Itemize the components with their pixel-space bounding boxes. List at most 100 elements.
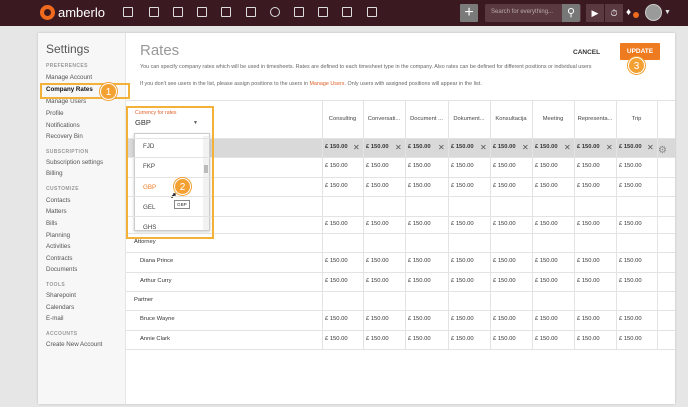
rate-value[interactable]: £ 150.00 — [408, 221, 431, 227]
rate-value[interactable]: £ 150.00 — [493, 278, 516, 284]
rate-value[interactable]: £ 150.00 — [325, 163, 348, 169]
rate-value[interactable]: £ 150.00 — [366, 316, 389, 322]
rate-value[interactable]: £ 150.00 — [619, 316, 642, 322]
clear-rate-icon[interactable]: ✕ — [438, 143, 445, 152]
rate-value[interactable]: £ 150.00 — [451, 258, 474, 264]
dashboard-icon[interactable] — [122, 6, 134, 18]
rate-value[interactable]: £ 150.00 — [325, 336, 348, 342]
column-header[interactable]: Consulting — [322, 116, 363, 122]
rate-value[interactable]: £ 150.00 — [408, 278, 431, 284]
rate-value[interactable]: £ 150.00 — [493, 258, 516, 264]
sidebar-item-billing[interactable]: Billing — [46, 170, 63, 177]
sidebar-item-manage-account[interactable]: Manage Account — [46, 74, 92, 81]
sidebar-item-notifications[interactable]: Notifications — [46, 122, 80, 129]
play-icon[interactable]: ▶ — [586, 4, 604, 22]
rate-value[interactable]: £ 150.00 — [325, 183, 348, 189]
sidebar-item-create-new-account[interactable]: Create New Account — [46, 341, 102, 348]
manage-users-link[interactable]: Manage Users — [309, 81, 344, 87]
rate-value[interactable]: £ 150.00 — [325, 316, 348, 322]
rate-value[interactable]: £ 150.00 — [493, 183, 516, 189]
sidebar-item-calendars[interactable]: Calendars — [46, 304, 74, 311]
rate-value[interactable]: £ 150.00 — [366, 258, 389, 264]
rate-value[interactable]: £ 150.00 — [577, 183, 600, 189]
sidebar-item-sharepoint[interactable]: Sharepoint — [46, 292, 76, 299]
rate-value[interactable]: £ 150.00 — [408, 336, 431, 342]
rate-value[interactable]: £ 150.00 — [619, 221, 642, 227]
rate-value[interactable]: £ 150.00 — [493, 221, 516, 227]
add-new-button[interactable]: + — [460, 4, 478, 22]
rate-value[interactable]: £ 150.00 — [577, 144, 600, 150]
rate-value[interactable]: £ 150.00 — [493, 316, 516, 322]
rate-value[interactable]: £ 150.00 — [451, 221, 474, 227]
clear-rate-icon[interactable]: ✕ — [606, 143, 613, 152]
rate-value[interactable]: £ 150.00 — [408, 144, 431, 150]
rate-value[interactable]: £ 150.00 — [535, 183, 558, 189]
rate-value[interactable]: £ 150.00 — [451, 144, 474, 150]
column-header[interactable]: Representa... — [574, 116, 616, 122]
rate-value[interactable]: £ 150.00 — [535, 258, 558, 264]
sidebar-item-contracts[interactable]: Contracts — [46, 255, 72, 262]
column-header[interactable]: Meeting — [532, 116, 574, 122]
sidebar-item-documents[interactable]: Documents — [46, 266, 77, 273]
rate-value[interactable]: £ 150.00 — [451, 163, 474, 169]
rate-value[interactable]: £ 150.00 — [493, 144, 516, 150]
search-icon[interactable]: ⚲ — [562, 4, 580, 22]
rate-value[interactable]: £ 150.00 — [408, 316, 431, 322]
rate-value[interactable]: £ 150.00 — [535, 221, 558, 227]
rate-value[interactable]: £ 150.00 — [408, 163, 431, 169]
gear-icon[interactable]: ⚙ — [658, 145, 667, 156]
time-icon[interactable] — [269, 6, 281, 18]
contacts-icon[interactable] — [148, 6, 160, 18]
sidebar-item-matters[interactable]: Matters — [46, 208, 67, 215]
rate-value[interactable]: £ 150.00 — [366, 278, 389, 284]
rate-value[interactable]: £ 150.00 — [577, 316, 600, 322]
rate-value[interactable]: £ 150.00 — [366, 221, 389, 227]
rate-value[interactable]: £ 150.00 — [619, 278, 642, 284]
app-logo[interactable]: amberlo — [40, 5, 105, 20]
rate-value[interactable]: £ 150.00 — [577, 258, 600, 264]
column-header[interactable]: Trip — [616, 116, 657, 122]
rate-value[interactable]: £ 150.00 — [366, 336, 389, 342]
rate-value[interactable]: £ 150.00 — [619, 183, 642, 189]
rate-value[interactable]: £ 150.00 — [577, 278, 600, 284]
rate-value[interactable]: £ 150.00 — [577, 163, 600, 169]
column-header[interactable]: Dokument... — [448, 116, 490, 122]
cancel-button[interactable]: CANCEL — [573, 49, 600, 56]
rate-value[interactable]: £ 150.00 — [366, 144, 389, 150]
rate-value[interactable]: £ 150.00 — [408, 258, 431, 264]
sidebar-item-planning[interactable]: Planning — [46, 232, 70, 239]
rate-value[interactable]: £ 150.00 — [619, 144, 642, 150]
rate-value[interactable]: £ 150.00 — [451, 336, 474, 342]
rate-value[interactable]: £ 150.00 — [535, 278, 558, 284]
folder-icon[interactable] — [293, 6, 305, 18]
documents-icon[interactable] — [196, 6, 208, 18]
column-header[interactable]: Konsultacija — [490, 116, 532, 122]
rate-value[interactable]: £ 150.00 — [493, 336, 516, 342]
rate-value[interactable]: £ 150.00 — [535, 336, 558, 342]
matters-icon[interactable] — [172, 6, 184, 18]
sidebar-item-recovery-bin[interactable]: Recovery Bin — [46, 133, 83, 140]
column-header[interactable]: Document ... — [405, 116, 448, 122]
clear-rate-icon[interactable]: ✕ — [647, 143, 654, 152]
rate-value[interactable]: £ 150.00 — [619, 336, 642, 342]
clear-rate-icon[interactable]: ✕ — [395, 143, 402, 152]
invoice-icon[interactable] — [317, 6, 329, 18]
clear-rate-icon[interactable]: ✕ — [564, 143, 571, 152]
chevron-down-icon[interactable]: ▼ — [664, 9, 671, 16]
clear-rate-icon[interactable]: ✕ — [353, 143, 360, 152]
stopwatch-icon[interactable]: ⏱ — [605, 4, 623, 22]
sidebar-item-profile[interactable]: Profile — [46, 110, 64, 117]
sidebar-item-activities[interactable]: Activities — [46, 243, 70, 250]
rate-value[interactable]: £ 150.00 — [451, 316, 474, 322]
rate-value[interactable]: £ 150.00 — [493, 163, 516, 169]
rate-value[interactable]: £ 150.00 — [325, 258, 348, 264]
rate-value[interactable]: £ 150.00 — [577, 221, 600, 227]
rate-value[interactable]: £ 150.00 — [535, 144, 558, 150]
rate-value[interactable]: £ 150.00 — [619, 258, 642, 264]
rate-value[interactable]: £ 150.00 — [577, 336, 600, 342]
rate-value[interactable]: £ 150.00 — [366, 163, 389, 169]
sidebar-item-email[interactable]: E-mail — [46, 315, 64, 322]
rate-value[interactable]: £ 150.00 — [325, 278, 348, 284]
mail-icon[interactable] — [341, 6, 353, 18]
rate-value[interactable]: £ 150.00 — [535, 316, 558, 322]
